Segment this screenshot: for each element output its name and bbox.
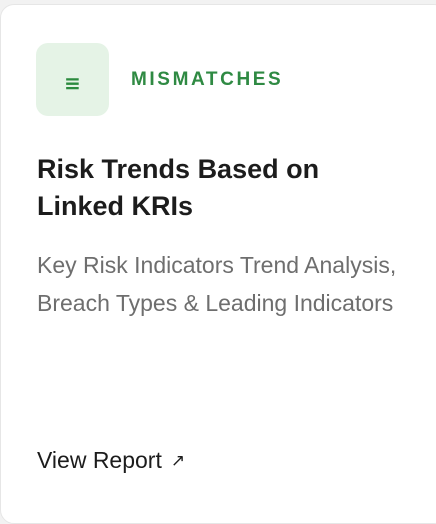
card-description: Key Risk Indicators Trend Analysis, Brea… (37, 252, 397, 316)
external-arrow-icon: ↗ (170, 451, 186, 471)
icon-tile: ≡ (36, 43, 109, 116)
card-header: ≡ MISMATCHES (36, 43, 283, 116)
view-report-label: View Report (37, 447, 162, 473)
view-report-link[interactable]: View Report ↗ (37, 447, 185, 474)
report-card[interactable]: ≡ MISMATCHES Risk Trends Based on Linked… (0, 4, 436, 524)
card-title: Risk Trends Based on Linked KRIs (37, 154, 320, 221)
list-icon: ≡ (64, 70, 81, 95)
category-label: MISMATCHES (131, 68, 284, 90)
